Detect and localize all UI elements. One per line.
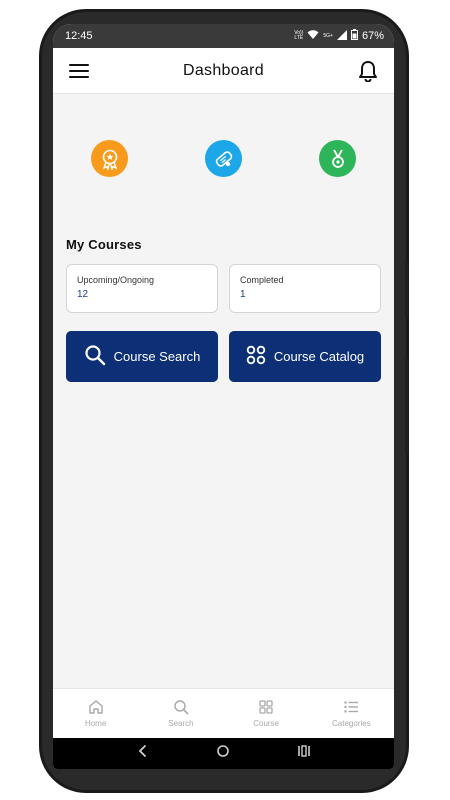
recents-icon[interactable] [297,744,311,763]
upcoming-card[interactable]: Upcoming/Ongoing 12 [66,264,218,313]
home-circle-icon[interactable] [216,744,230,763]
app-bar: Dashboard [53,48,394,94]
tab-categories-label: Categories [332,719,371,728]
menu-icon[interactable] [67,59,91,83]
system-nav-bar [53,738,394,769]
power-button [405,358,409,454]
network-indicator: Vo)) LTE [294,30,304,41]
tab-course-label: Course [253,719,280,728]
home-icon [88,699,104,717]
certificate-badge-icon[interactable] [205,140,242,177]
my-courses-heading: My Courses [66,237,142,252]
signal-label: 5G+ [323,32,333,39]
search-icon [173,699,189,717]
volume-button [405,262,409,318]
course-search-label: Course Search [113,349,201,364]
status-icons: Vo)) LTE 5G+ 67% [294,29,384,43]
bottom-tab-bar: Home Search Course Categories [53,688,394,738]
signal-icon [336,29,347,43]
tab-home-label: Home [84,719,107,728]
course-stats: Upcoming/Ongoing 12 Completed 1 [53,264,394,313]
battery-percent: 67% [361,30,384,42]
app-screen: 12:45 Vo)) LTE 5G+ 67% Dashboard My Cour… [53,24,394,769]
course-search-button[interactable]: Course Search [66,331,218,382]
course-catalog-label: Course Catalog [273,349,365,364]
completed-count: 1 [240,289,246,300]
quick-actions: Course Search Course Catalog [53,331,394,382]
upcoming-label: Upcoming/Ongoing [77,275,155,285]
page-title: Dashboard [183,61,264,79]
search-icon [84,344,106,369]
catalog-icon [246,345,266,368]
battery-icon [350,29,358,43]
tab-search-label: Search [168,719,194,728]
status-bar: 12:45 Vo)) LTE 5G+ 67% [53,24,394,48]
tab-search[interactable]: Search [146,699,216,728]
medal-badge-icon[interactable] [319,140,356,177]
wifi-icon [307,29,319,43]
grid-icon [258,699,274,717]
award-badge-icon[interactable] [91,140,128,177]
bell-icon[interactable] [356,59,380,83]
completed-label: Completed [240,275,284,285]
course-catalog-button[interactable]: Course Catalog [229,331,381,382]
completed-card[interactable]: Completed 1 [229,264,381,313]
tab-home[interactable]: Home [61,699,131,728]
status-time: 12:45 [65,30,93,42]
list-icon [343,699,359,717]
tab-categories[interactable]: Categories [316,699,386,728]
achievement-badges [53,140,394,177]
back-icon[interactable] [137,744,149,763]
upcoming-count: 12 [77,289,89,300]
tab-course[interactable]: Course [231,699,301,728]
